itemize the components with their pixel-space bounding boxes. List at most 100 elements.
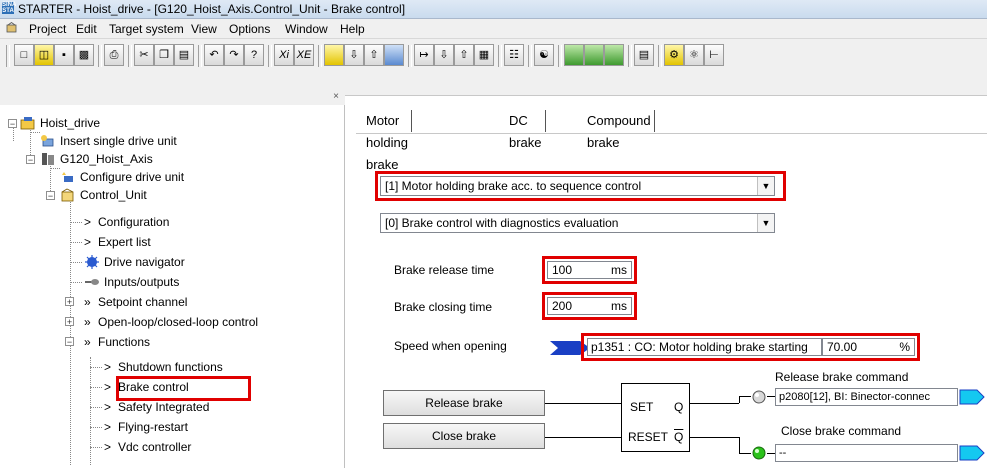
tree-label: Inputs/outputs (104, 275, 180, 289)
tree-node-drive-navigator[interactable]: Drive navigator (84, 253, 185, 271)
monitor-icon[interactable] (604, 44, 624, 66)
close-connector-icon[interactable] (959, 445, 985, 461)
tree-node-functions[interactable]: » Functions (84, 333, 150, 351)
tree-node-configure-drive[interactable]: Configure drive unit (60, 168, 184, 186)
menu-target-system[interactable]: Target system (109, 22, 184, 36)
tab-compound-brake[interactable]: Compound brake (584, 110, 655, 150)
jog-icon[interactable]: ⚛ (684, 44, 704, 66)
save-all-icon[interactable]: ▩ (74, 44, 94, 66)
drive-icon[interactable]: ⊢ (704, 44, 724, 66)
tree-label: Open-loop/closed-loop control (98, 315, 259, 329)
wire-q-stub (739, 396, 751, 397)
online-icon[interactable]: ↦ (414, 44, 434, 66)
tree-line (70, 242, 82, 243)
config-icon[interactable] (324, 44, 344, 66)
toolbar-grip (6, 45, 10, 67)
tree-node-expert-list[interactable]: > Expert list (84, 233, 151, 251)
tree-node-g120-hoist-axis[interactable]: G120_Hoist_Axis (40, 150, 153, 168)
trace-icon[interactable]: ▦ (474, 44, 494, 66)
compare-icon[interactable] (384, 44, 404, 66)
open-icon[interactable]: ◫ (34, 44, 54, 66)
gear-icon[interactable]: ⚙ (664, 44, 684, 66)
tree-collapse-toggle[interactable]: − (26, 155, 35, 165)
wire-qbar-down (739, 437, 740, 453)
tree-expand-toggle[interactable]: + (65, 317, 74, 327)
menu-project[interactable]: Project (29, 22, 66, 36)
device-icon[interactable] (564, 44, 584, 66)
chevron-right-icon: > (84, 215, 92, 229)
project-tree: − Hoist_drive Insert single drive unit −… (0, 105, 345, 468)
tab-dc-brake[interactable]: DC brake (506, 110, 546, 150)
download-icon[interactable]: ⇩ (344, 44, 364, 66)
brake-mode-highlight (375, 171, 786, 201)
xe-icon[interactable]: XE (294, 44, 314, 66)
menu-edit[interactable]: Edit (76, 22, 97, 36)
close-brake-button[interactable]: Close brake (383, 423, 545, 449)
brake-control-highlight (116, 376, 251, 401)
tree-node-vdc-controller[interactable]: > Vdc controller (104, 438, 191, 456)
release-connector-icon[interactable] (959, 389, 985, 405)
toolbar-separator (628, 45, 632, 67)
tab-motor-holding-brake[interactable]: Motor holding brake (363, 110, 412, 172)
tree-node-configuration[interactable]: > Configuration (84, 213, 169, 231)
navigator-header: × (0, 91, 345, 105)
redo-icon[interactable]: ↷ (224, 44, 244, 66)
tree-collapse-toggle[interactable]: − (65, 337, 74, 347)
toggle-glyph: − (9, 119, 16, 129)
undo-icon[interactable]: ↶ (204, 44, 224, 66)
brake-diagnostics-select[interactable]: [0] Brake control with diagnostics evalu… (380, 213, 775, 233)
wire-q-out (690, 403, 739, 404)
tree-node-flying-restart[interactable]: > Flying-restart (104, 418, 188, 436)
chevron-down-icon[interactable]: ▼ (757, 214, 774, 232)
tree-node-open-closed-loop[interactable]: » Open-loop/closed-loop control (84, 313, 258, 331)
save-icon[interactable]: ▪ (54, 44, 74, 66)
close-icon[interactable]: × (333, 91, 339, 102)
menu-help[interactable]: Help (340, 22, 365, 36)
close-led-icon (752, 446, 766, 460)
tree-expand-toggle[interactable]: + (65, 297, 74, 307)
help-icon[interactable]: ? (244, 44, 264, 66)
go-online-icon[interactable]: ⇩ (434, 44, 454, 66)
upload-icon[interactable]: ⇧ (364, 44, 384, 66)
tree-node-setpoint-channel[interactable]: » Setpoint channel (84, 293, 187, 311)
tree-node-inputs-outputs[interactable]: Inputs/outputs (84, 273, 179, 291)
paste-icon[interactable]: ▤ (174, 44, 194, 66)
display-icon[interactable] (584, 44, 604, 66)
tree-line (90, 447, 102, 448)
tree-node-hoist-drive[interactable]: Hoist_drive (20, 114, 100, 132)
project-menu-icon[interactable] (6, 22, 17, 33)
tree-collapse-toggle[interactable]: − (46, 191, 55, 201)
tree-line (90, 367, 102, 368)
tree-label: Functions (98, 335, 151, 349)
close-command-field[interactable]: -- (775, 444, 958, 462)
xi-label: Xi (279, 49, 289, 61)
xi-icon[interactable]: Xi (274, 44, 294, 66)
wire-q-up (739, 396, 740, 403)
copy-icon[interactable]: ❐ (154, 44, 174, 66)
speed-source-highlight (581, 333, 920, 361)
tree-node-shutdown-functions[interactable]: > Shutdown functions (104, 358, 223, 376)
release-command-field[interactable]: p2080[12], BI: Binector-connec (775, 388, 958, 406)
load-icon[interactable]: ⇧ (454, 44, 474, 66)
tree-node-control-unit[interactable]: Control_Unit (60, 186, 147, 204)
tree-collapse-toggle[interactable]: − (8, 119, 17, 129)
table-icon[interactable]: ▤ (634, 44, 654, 66)
double-chevron-icon: » (84, 315, 91, 329)
new-icon[interactable]: □ (14, 44, 34, 66)
title-bar: SINA STA STARTER - Hoist_drive - [G120_H… (0, 0, 987, 19)
tree-node-insert-single[interactable]: Insert single drive unit (40, 132, 177, 150)
toggle-icon[interactable]: ☷ (504, 44, 524, 66)
print-icon[interactable]: ⎙ (104, 44, 124, 66)
project-icon (20, 117, 35, 130)
menu-window[interactable]: Window (285, 22, 328, 36)
menu-options[interactable]: Options (229, 22, 270, 36)
release-brake-button[interactable]: Release brake (383, 390, 545, 416)
toolbar-separator (558, 45, 562, 67)
toolbar-row: □ ◫ ▪ ▩ ⎙ ✂ ❐ ▤ ↶ ↷ ? Xi XE ⇩ ⇧ ↦ ⇩ ⇧ ▦ … (0, 42, 987, 70)
chevron-right-icon: > (84, 235, 92, 249)
cut-icon[interactable]: ✂ (134, 44, 154, 66)
toggle-glyph: + (66, 297, 73, 307)
io-icon (85, 279, 99, 285)
network-icon[interactable]: ☯ (534, 44, 554, 66)
menu-view[interactable]: View (191, 22, 217, 36)
